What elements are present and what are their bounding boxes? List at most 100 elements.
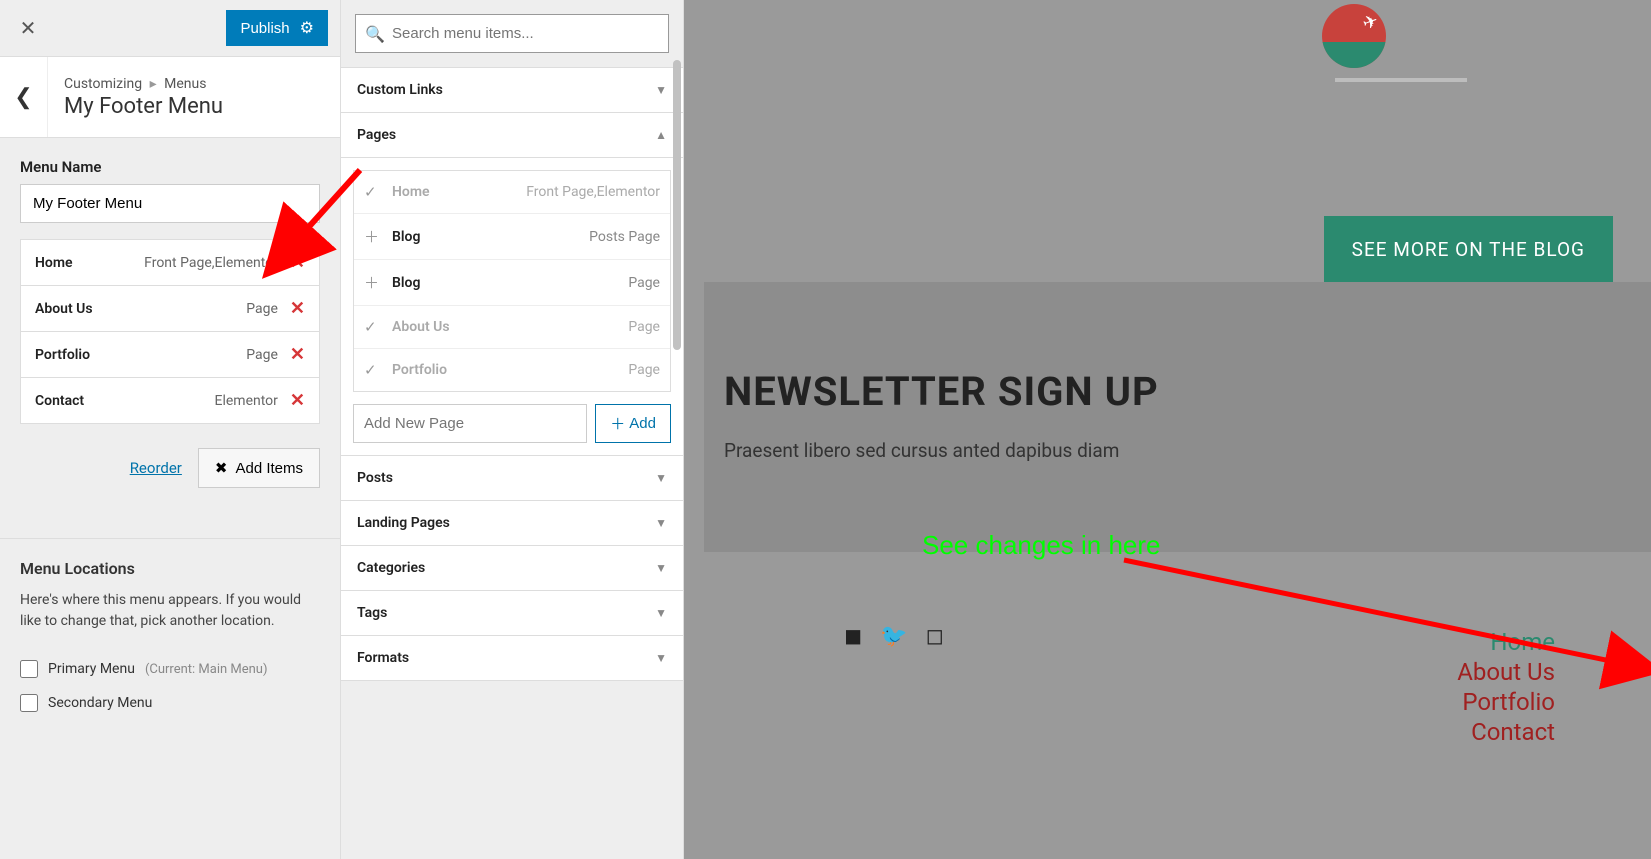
location-label: Secondary Menu [48,695,152,711]
menu-item-name: About Us [35,301,93,317]
footer-link-about[interactable]: About Us [1457,657,1555,687]
locations-title: Menu Locations [20,559,320,578]
page-row[interactable]: ＋ Blog Posts Page [354,214,670,260]
logo-underline [1335,78,1467,82]
page-meta: Page [628,275,660,291]
publish-button[interactable]: Publish ⚙ [226,10,328,46]
search-input[interactable] [355,14,669,53]
panel-header: ❮ Customizing ▸ Menus My Footer Menu [0,57,340,138]
chevron-up-icon: ▲ [655,128,667,142]
gear-icon: ⚙ [300,18,314,38]
close-icon[interactable]: ✕ [8,8,48,48]
plus-icon: ＋ [364,226,384,247]
menu-name-input[interactable] [20,184,320,223]
section-label: Formats [357,650,409,666]
see-more-button[interactable]: SEE MORE ON THE BLOG [1324,216,1613,283]
add-page-button[interactable]: ＋ Add [595,404,671,443]
section-pages[interactable]: Pages ▲ [341,113,683,158]
reorder-link[interactable]: Reorder [130,459,182,477]
twitter-icon[interactable]: 🐦 [880,624,907,649]
page-row[interactable]: ✓ About Us Page [354,306,670,349]
pages-body: ✓ Home Front Page,Elementor ＋ Blog Posts… [341,158,683,456]
plane-icon: ✈ [1360,10,1381,35]
page-name: Portfolio [392,362,628,378]
remove-icon[interactable]: ✕ [290,298,305,319]
add-label: Add [629,415,656,432]
location-option[interactable]: Secondary Menu [20,686,320,720]
location-hint: (Current: Main Menu) [145,662,268,677]
section-formats[interactable]: Formats ▼ [341,636,683,681]
customizer-topbar: ✕ Publish ⚙ [0,0,340,57]
back-icon[interactable]: ❮ [0,57,48,137]
menu-item[interactable]: Contact Elementor ✕ [21,378,319,423]
footer-nav: Home About Us Portfolio Contact [1457,627,1555,747]
remove-icon[interactable]: ✕ [290,344,305,365]
footer-link-home[interactable]: Home [1457,627,1555,657]
chevron-down-icon: ▼ [655,471,667,485]
section-posts[interactable]: Posts ▼ [341,456,683,501]
check-icon: ✓ [364,361,384,379]
menu-item[interactable]: Home Front Page,Elementor ✕ [21,240,319,286]
plus-icon: ✖ [215,459,228,477]
remove-icon[interactable]: ✕ [290,252,305,273]
section-label: Tags [357,605,387,621]
locations-desc: Here's where this menu appears. If you w… [20,590,320,632]
footer-link-portfolio[interactable]: Portfolio [1457,687,1555,717]
remove-icon[interactable]: ✕ [290,390,305,411]
footer-link-contact[interactable]: Contact [1457,717,1555,747]
location-label: Primary Menu [48,661,135,677]
location-checkbox[interactable] [20,660,38,678]
page-name: Home [392,184,526,200]
page-meta: Front Page,Elementor [526,184,660,200]
section-custom-links[interactable]: Custom Links ▼ [341,68,683,113]
newsletter-subtitle: Praesent libero sed cursus anted dapibus… [724,439,1631,462]
annotation-arrow [1114,530,1651,710]
scrollbar[interactable] [673,60,681,350]
new-page-input[interactable] [353,404,587,443]
menu-item[interactable]: Portfolio Page ✕ [21,332,319,378]
section-landing-pages[interactable]: Landing Pages ▼ [341,501,683,546]
add-items-button[interactable]: ✖ Add Items [198,448,320,488]
chevron-down-icon: ▼ [655,561,667,575]
check-icon: ✓ [364,183,384,201]
customizer-panel: ✕ Publish ⚙ ❮ Customizing ▸ Menus My Foo… [0,0,340,859]
site-logo[interactable]: ✈ [1322,4,1386,68]
preview-pane: ✈ SEE MORE ON THE BLOG NEWSLETTER SIGN U… [684,0,1651,859]
chevron-down-icon: ▼ [655,83,667,97]
page-row[interactable]: ✓ Home Front Page,Elementor [354,171,670,214]
items-panel: 🔍 Custom Links ▼ Pages ▲ ✓ Home Front Pa… [340,0,684,859]
menu-item-meta: Page [246,301,278,317]
search-icon: 🔍 [365,24,385,43]
add-items-label: Add Items [235,460,303,477]
section-tags[interactable]: Tags ▼ [341,591,683,636]
page-meta: Page [628,362,660,378]
breadcrumb-leaf: Menus [164,76,206,92]
menu-item-name: Home [35,255,73,271]
social-icons: ◼ 🐦 ◻ [844,624,944,649]
chevron-down-icon: ▼ [655,651,667,665]
section-label: Posts [357,470,393,486]
section-label: Landing Pages [357,515,450,531]
instagram-icon[interactable]: ◻ [926,624,944,649]
section-title: My Footer Menu [64,94,223,119]
section-label: Pages [357,127,396,143]
page-meta: Posts Page [589,229,660,245]
menu-item-meta: Elementor [215,393,278,409]
section-label: Categories [357,560,425,576]
plus-icon: ＋ [610,413,625,434]
page-name: Blog [392,275,628,291]
page-row[interactable]: ✓ Portfolio Page [354,349,670,391]
page-row[interactable]: ＋ Blog Page [354,260,670,306]
menu-name-label: Menu Name [20,158,320,176]
chevron-down-icon: ▼ [655,606,667,620]
plus-icon: ＋ [364,272,384,293]
facebook-icon[interactable]: ◼ [844,624,862,649]
section-label: Custom Links [357,82,443,98]
menu-items-list: Home Front Page,Elementor ✕ About Us Pag… [20,239,320,424]
location-option[interactable]: Primary Menu (Current: Main Menu) [20,652,320,686]
menu-item[interactable]: About Us Page ✕ [21,286,319,332]
location-checkbox[interactable] [20,694,38,712]
breadcrumb: Customizing ▸ Menus [64,76,223,92]
chevron-right-icon: ▸ [150,76,157,92]
section-categories[interactable]: Categories ▼ [341,546,683,591]
